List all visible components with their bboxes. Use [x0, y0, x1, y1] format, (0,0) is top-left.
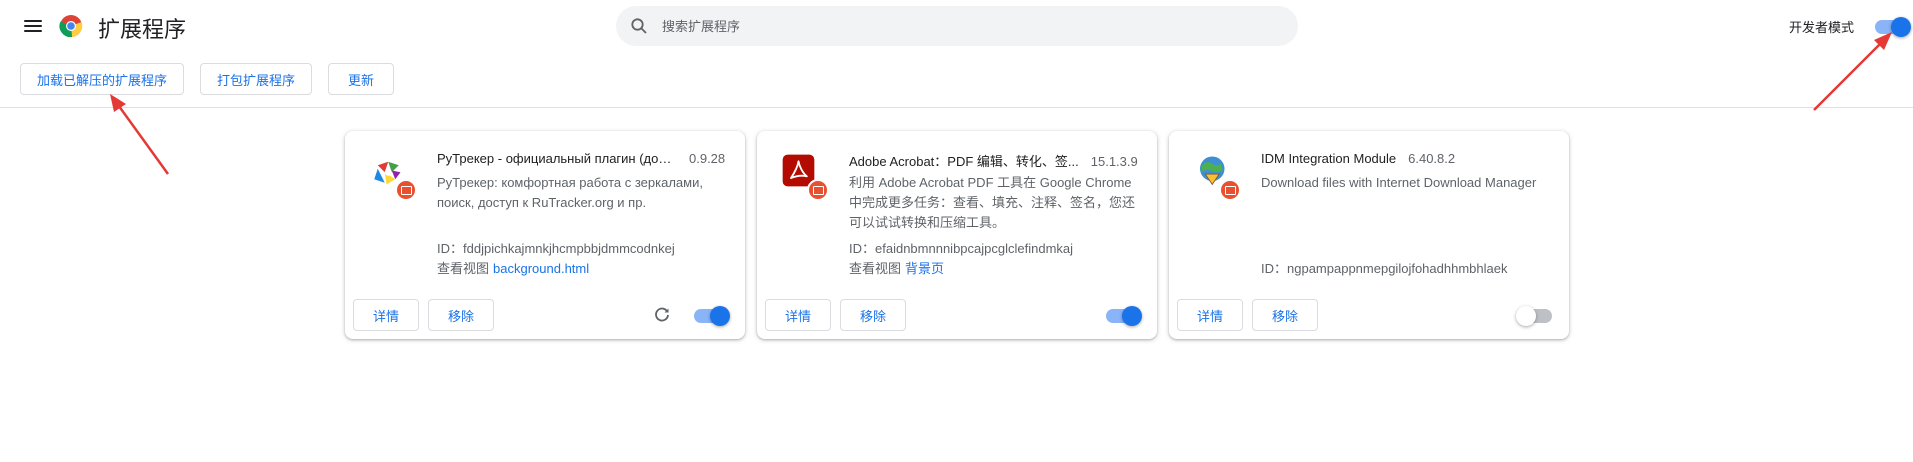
search-input[interactable] — [662, 6, 1262, 46]
pack-extension-button[interactable]: 打包扩展程序 — [200, 63, 312, 95]
search-box[interactable] — [616, 6, 1298, 46]
idm-icon — [1193, 153, 1241, 201]
extension-id: efaidnbmnnnibpcajpcglclefindmkaj — [875, 241, 1074, 256]
details-button[interactable]: 详情 — [1177, 299, 1243, 331]
extension-card-rutracker: РуТрекер - официальный плагин (дост... 0… — [345, 131, 745, 339]
annotation-arrow-icon — [110, 94, 170, 175]
extension-card-idm: IDM Integration Module 6.40.8.2 Download… — [1169, 131, 1569, 339]
extension-name: РуТрекер - официальный плагин (дост... — [437, 151, 677, 166]
unpacked-badge-icon — [1219, 179, 1241, 201]
extension-id-line: ID：ngpampappnmepgilojfohadhhmbhlaek — [1261, 258, 1507, 277]
inspect-views-line: 查看视图 background.html — [437, 258, 589, 277]
extension-id-line: ID：efaidnbmnnnibpcajpcglclefindmkaj — [849, 238, 1073, 257]
extension-version: 6.40.8.2 — [1408, 151, 1456, 166]
extension-id-label: ID： — [437, 241, 464, 256]
reload-icon[interactable] — [653, 306, 671, 324]
extension-description: 利用 Adobe Acrobat PDF 工具在 Google Chrome 中… — [849, 175, 1136, 230]
extension-name: IDM Integration Module — [1261, 151, 1397, 166]
extension-description: Download files with Internet Download Ma… — [1261, 175, 1537, 190]
extension-version: 0.9.28 — [689, 151, 726, 166]
unpacked-badge-icon — [807, 179, 829, 201]
inspect-views-line: 查看视图 背景页 — [849, 258, 944, 277]
unpacked-badge-icon — [395, 179, 417, 201]
chrome-logo-icon — [59, 15, 83, 38]
details-button[interactable]: 详情 — [765, 299, 831, 331]
update-button[interactable]: 更新 — [328, 63, 394, 95]
annotation-arrow-icon — [1813, 32, 1892, 111]
extension-id: fddjpichkajmnkjhcmpbbjdmmcodnkej — [463, 241, 675, 256]
extension-card-adobe-acrobat: Adobe Acrobat：PDF 编辑、转化、签... 15.1.3.9 利用… — [757, 131, 1157, 339]
enable-toggle[interactable] — [1106, 306, 1142, 326]
inspect-view-link[interactable]: background.html — [493, 261, 589, 276]
adobe-acrobat-icon — [781, 153, 829, 201]
extension-id-line: ID：fddjpichkajmnkjhcmpbbjdmmcodnkej — [437, 238, 675, 257]
remove-button[interactable]: 移除 — [1252, 299, 1318, 331]
top-bar: 扩展程序 开发者模式 加载已解压的扩展程序 打包扩展程序 更新 — [0, 0, 1913, 108]
remove-button[interactable]: 移除 — [840, 299, 906, 331]
remove-button[interactable]: 移除 — [428, 299, 494, 331]
inspect-views-label: 查看视图 — [849, 261, 902, 276]
extension-name: Adobe Acrobat：PDF 编辑、转化、签... — [849, 154, 1079, 169]
details-button[interactable]: 详情 — [353, 299, 419, 331]
page-title: 扩展程序 — [98, 17, 187, 42]
enable-toggle[interactable] — [1516, 306, 1552, 326]
extension-description: РуТрекер: комфортная работа с зеркалами,… — [437, 175, 703, 210]
enable-toggle[interactable] — [694, 306, 730, 326]
rutracker-icon — [369, 153, 417, 201]
inspect-view-link[interactable]: 背景页 — [905, 261, 944, 276]
extension-id-label: ID： — [1261, 261, 1288, 276]
inspect-views-label: 查看视图 — [437, 261, 490, 276]
extension-id: ngpampappnmepgilojfohadhhmbhlaek — [1287, 261, 1508, 276]
extension-id-label: ID： — [849, 241, 876, 256]
menu-icon[interactable] — [22, 17, 44, 35]
extension-version: 15.1.3.9 — [1090, 154, 1138, 169]
search-icon — [631, 18, 647, 34]
